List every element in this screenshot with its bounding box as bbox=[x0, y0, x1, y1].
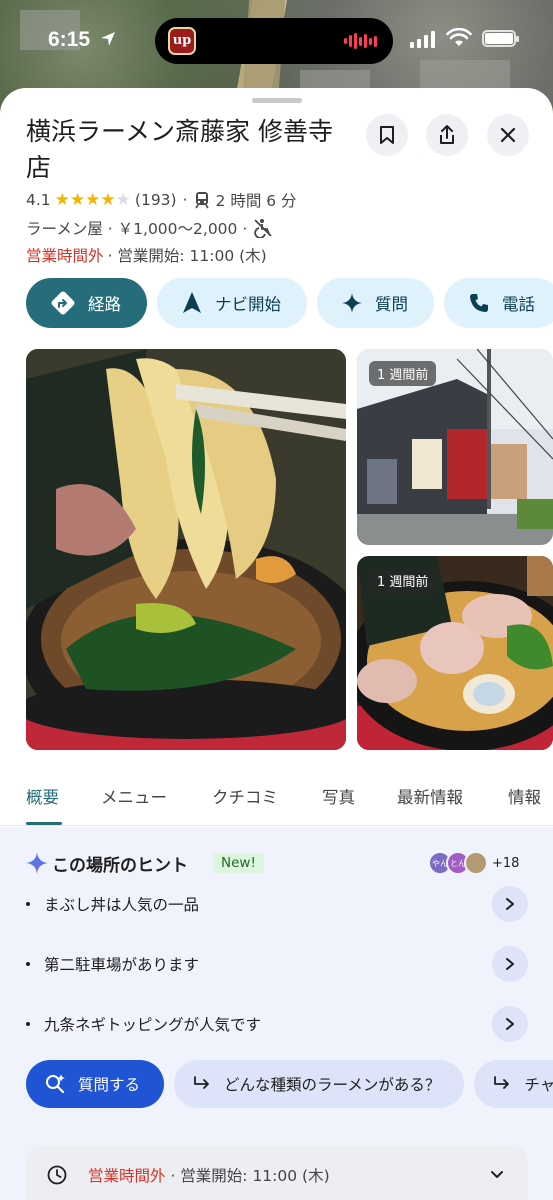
sheet-grabber[interactable] bbox=[252, 98, 302, 103]
contributors-more-count: +18 bbox=[492, 855, 520, 871]
transit-time: 2 時間 6 分 bbox=[215, 192, 297, 210]
photo-age-badge: 1 週間前 bbox=[369, 568, 437, 593]
transit-icon bbox=[194, 192, 209, 209]
question-chips: 質問する どんな種類のラーメンがある？ チャ bbox=[26, 1060, 553, 1108]
ask-button[interactable]: 質問 bbox=[317, 278, 434, 328]
hint-item[interactable]: 第二駐車場があります bbox=[26, 944, 528, 984]
close-icon bbox=[500, 127, 516, 143]
place-sheet: 横浜ラーメン斎藤家 修善寺店 4.1 ★ ★ ★ ★ ★ (193) · 2 時間 6 … bbox=[0, 88, 553, 1200]
new-badge: New! bbox=[213, 853, 264, 873]
tab-about[interactable]: 情報 bbox=[508, 784, 541, 808]
photo-restaurant-exterior[interactable]: 1 週間前 bbox=[357, 349, 553, 545]
hint-item[interactable]: 九条ネギトッピングが人気です bbox=[26, 1004, 528, 1044]
tab-overview[interactable]: 概要 bbox=[26, 784, 59, 808]
bullet bbox=[26, 962, 30, 966]
tab-updates[interactable]: 最新情報 bbox=[397, 784, 463, 808]
status-opens: · 営業開始: 11:00 (木) bbox=[107, 247, 267, 265]
hints-title: この場所のヒント bbox=[52, 856, 188, 876]
close-button[interactable] bbox=[487, 114, 529, 156]
ask-question-button[interactable]: 質問する bbox=[26, 1060, 165, 1108]
ramen-noodles-image bbox=[26, 349, 346, 750]
status-closed: 営業時間外 bbox=[26, 247, 104, 265]
suggested-question-chip[interactable]: どんな種類のラーメンがある？ bbox=[174, 1060, 465, 1108]
cellular-signal-icon bbox=[410, 30, 435, 48]
contributor-avatars[interactable]: やん とん +18 bbox=[428, 851, 519, 875]
photo-age-badge: 1 週間前 bbox=[369, 361, 437, 386]
reply-arrow-icon bbox=[494, 1076, 510, 1089]
rating-value: 4.1 bbox=[26, 191, 51, 209]
reply-arrow-icon bbox=[194, 1076, 209, 1089]
share-icon bbox=[440, 125, 454, 144]
active-tab-indicator bbox=[26, 822, 62, 825]
star-icon: ★ bbox=[54, 189, 70, 210]
share-button[interactable] bbox=[426, 114, 468, 156]
tab-photos[interactable]: 写真 bbox=[322, 784, 355, 808]
phone-icon bbox=[470, 294, 488, 312]
hint-item[interactable]: まぶし丼は人気の一品 bbox=[26, 884, 528, 924]
chevron-right-icon[interactable] bbox=[492, 886, 528, 922]
photo-ramen-bowl[interactable]: 1 週間前 bbox=[357, 556, 553, 750]
star-icon: ★ bbox=[69, 189, 86, 210]
star-icon: ★ bbox=[100, 189, 116, 210]
hours-closed: 営業時間外 bbox=[88, 1167, 166, 1185]
category-row: ラーメン屋 · ￥1,000～2,000 · bbox=[26, 217, 273, 239]
navigation-icon bbox=[183, 292, 201, 313]
gemini-sparkle-icon bbox=[26, 852, 48, 874]
tab-menu[interactable]: メニュー bbox=[101, 784, 167, 808]
category-price: ラーメン屋 · ￥1,000～2,000 · bbox=[26, 220, 248, 238]
action-chips: 経路 ナビ開始 質問 電話 bbox=[26, 278, 553, 328]
hours-opens: · 営業開始: 11:00 (木) bbox=[165, 1167, 330, 1185]
audio-waveform-icon bbox=[344, 33, 377, 49]
hours-row[interactable]: 営業時間外 · 営業開始: 11:00 (木) bbox=[26, 244, 267, 266]
sparkle-icon bbox=[342, 293, 362, 313]
place-title: 横浜ラーメン斎藤家 修善寺店 bbox=[26, 117, 333, 182]
dynamic-island[interactable]: up bbox=[155, 18, 393, 64]
bullet bbox=[26, 1022, 30, 1026]
bookmark-icon bbox=[380, 126, 394, 144]
wifi-icon bbox=[446, 28, 472, 46]
chevron-right-icon[interactable] bbox=[492, 1006, 528, 1042]
star-icon: ★ bbox=[85, 189, 101, 210]
call-button[interactable]: 電話 bbox=[444, 278, 553, 328]
hours-card[interactable]: 営業時間外 · 営業開始: 11:00 (木) bbox=[26, 1146, 528, 1200]
status-bar: 6:15 up bbox=[0, 0, 553, 84]
place-hints-panel: この場所のヒント New! やん とん +18 まぶし丼は人気の一品 第二駐車場… bbox=[0, 827, 553, 1200]
start-navigation-button[interactable]: ナビ開始 bbox=[157, 278, 307, 328]
star-icon: ★ bbox=[115, 189, 131, 210]
clock-icon bbox=[47, 1165, 67, 1185]
tab-reviews[interactable]: クチコミ bbox=[212, 784, 278, 808]
battery-icon bbox=[482, 30, 519, 47]
directions-icon bbox=[51, 291, 75, 315]
now-playing-app-icon: up bbox=[168, 27, 196, 55]
bullet bbox=[26, 902, 30, 906]
place-tabs: 概要 メニュー クチコミ 写真 最新情報 情報 bbox=[0, 770, 553, 826]
save-button[interactable] bbox=[366, 114, 408, 156]
directions-button[interactable]: 経路 bbox=[26, 278, 147, 328]
hours-summary: 営業時間外 · 営業開始: 11:00 (木) bbox=[88, 1164, 330, 1186]
status-time: 6:15 bbox=[48, 28, 91, 51]
chevron-down-icon[interactable] bbox=[490, 1170, 504, 1180]
avatar bbox=[464, 851, 488, 875]
location-arrow-icon bbox=[101, 32, 115, 46]
star-rating: ★ ★ ★ ★ ★ bbox=[54, 189, 131, 210]
suggested-question-chip[interactable]: チャ bbox=[474, 1060, 553, 1108]
not-wheelchair-accessible-icon bbox=[254, 219, 272, 238]
chevron-right-icon[interactable] bbox=[492, 946, 528, 982]
rating-row[interactable]: 4.1 ★ ★ ★ ★ ★ (193) · 2 時間 6 分 bbox=[26, 189, 297, 211]
review-count: (193) bbox=[134, 191, 177, 209]
photo-ramen-noodles[interactable] bbox=[26, 349, 346, 750]
ask-sparkle-icon bbox=[46, 1074, 65, 1094]
